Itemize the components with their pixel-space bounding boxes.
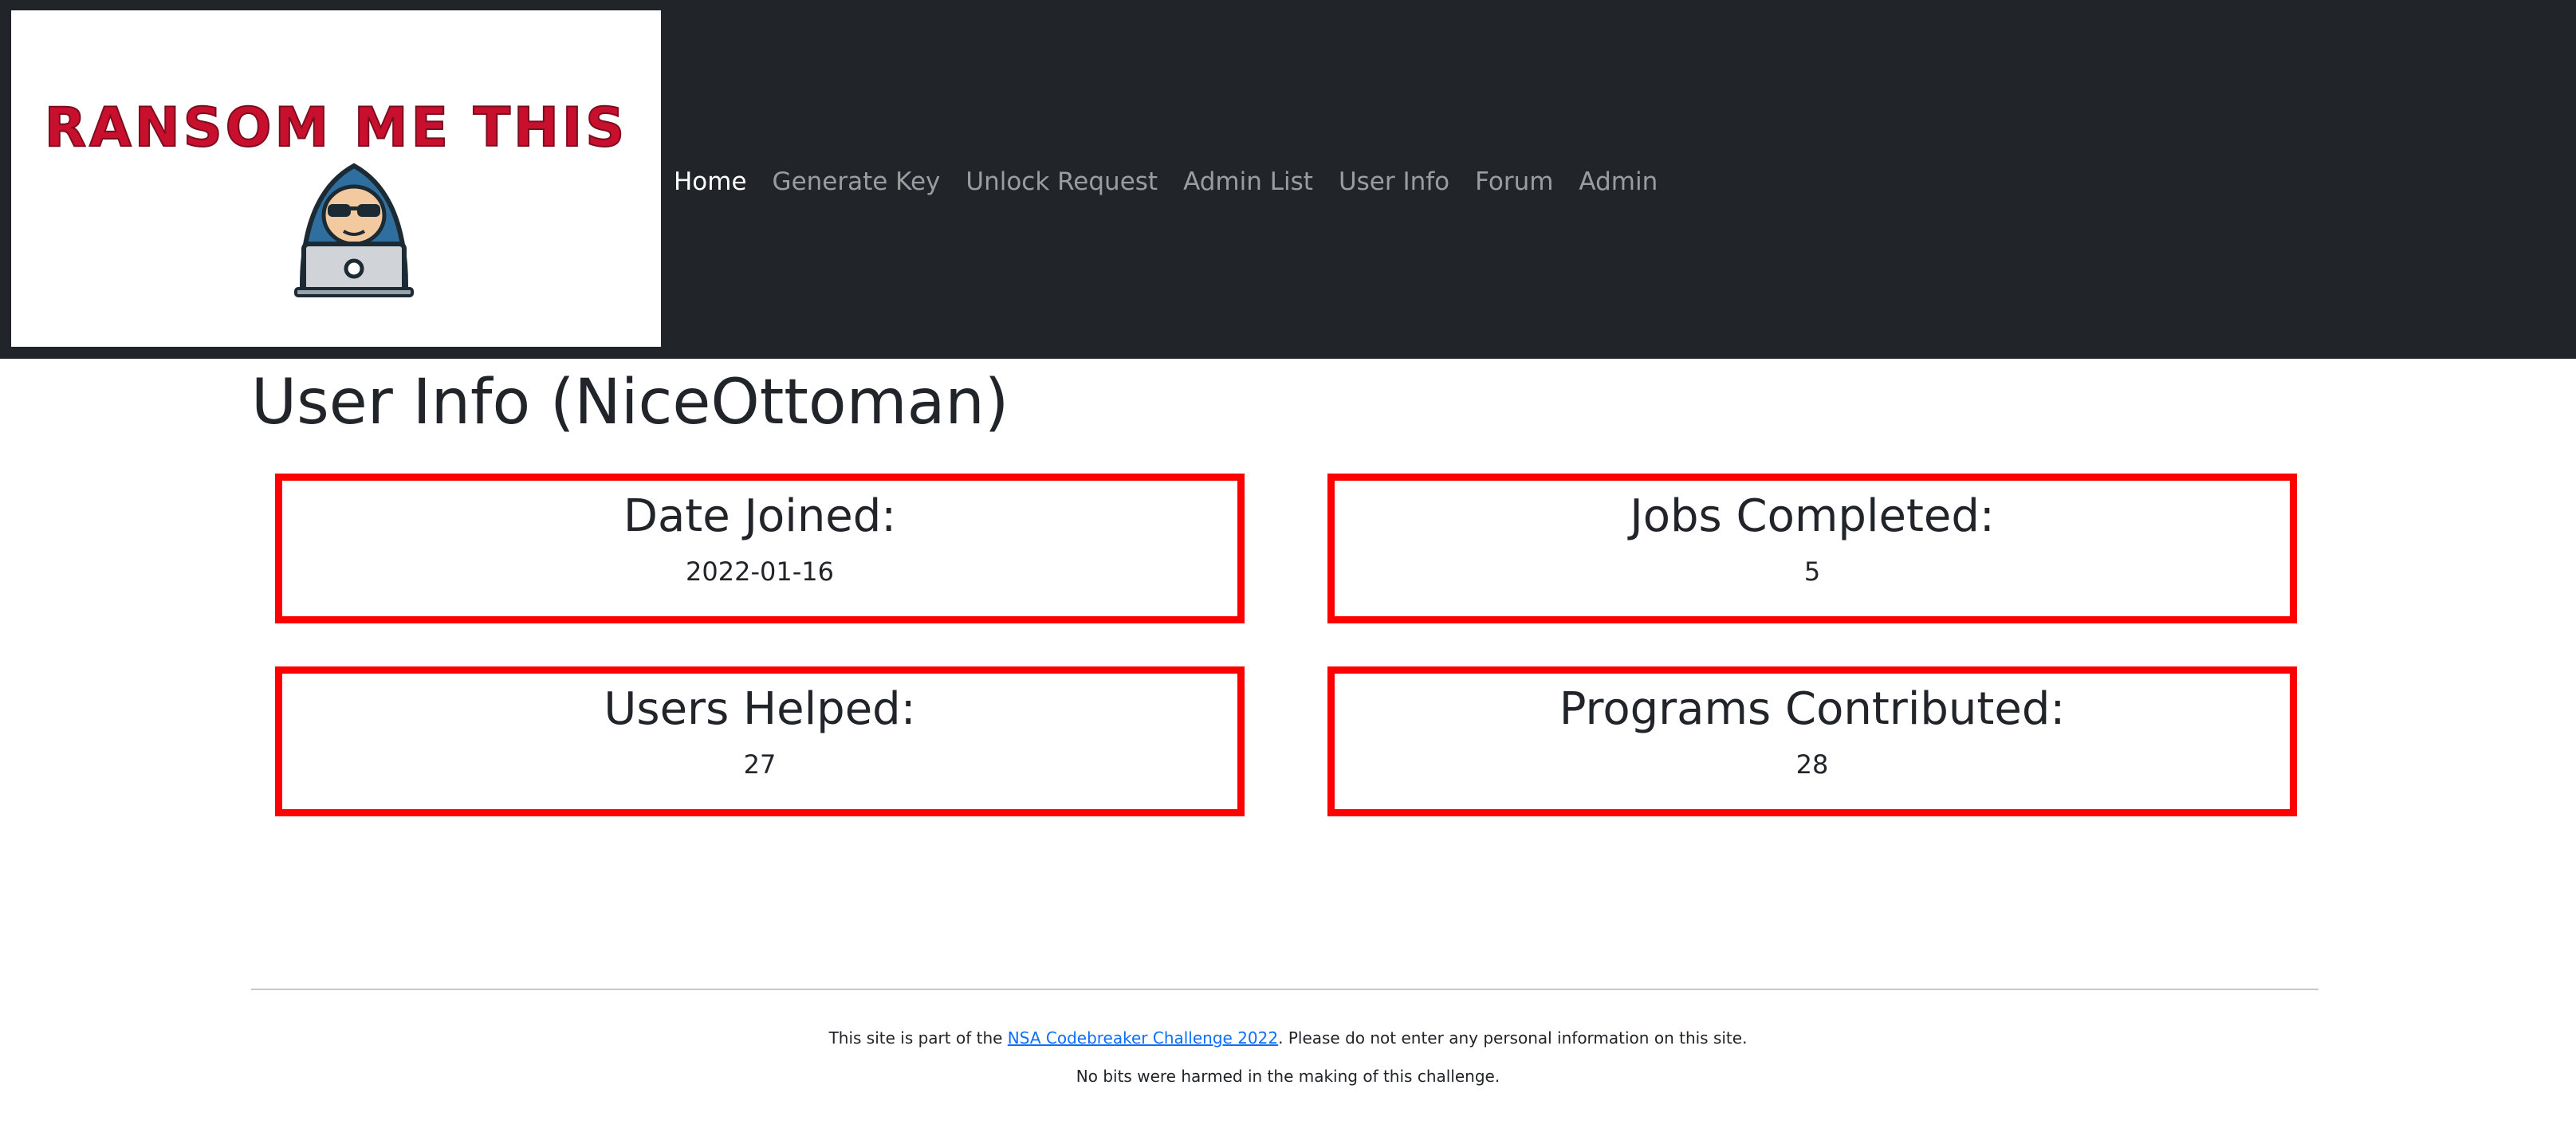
stat-value: 5	[1803, 556, 1821, 587]
stat-label: Users Helped:	[604, 683, 916, 735]
footer-notice-prefix: This site is part of the	[828, 1028, 1008, 1048]
stat-card-jobs-completed: Jobs Completed: 5	[1327, 474, 2297, 623]
stat-value: 28	[1795, 749, 1829, 780]
nav-link-forum[interactable]: Forum	[1475, 167, 1553, 196]
nav-link-home[interactable]: Home	[674, 167, 747, 196]
stat-label: Date Joined:	[623, 490, 897, 542]
nav-link-generate-key[interactable]: Generate Key	[773, 167, 941, 196]
nav-menu: Home Generate Key Unlock Request Admin L…	[674, 158, 1683, 206]
footer-tagline: No bits were harmed in the making of thi…	[1076, 1067, 1500, 1086]
logo-text: RANSOM ME THIS	[44, 96, 628, 160]
stat-label: Programs Contributed:	[1559, 683, 2066, 735]
footer-notice: This site is part of the NSA Codebreaker…	[0, 1028, 2576, 1048]
codebreaker-challenge-link[interactable]: NSA Codebreaker Challenge 2022	[1008, 1028, 1278, 1048]
stat-value: 27	[743, 749, 777, 780]
page-title: User Info (NiceOttoman)	[251, 367, 1009, 438]
nav-link-admin[interactable]: Admin	[1579, 167, 1658, 196]
nav-link-user-info[interactable]: User Info	[1339, 167, 1449, 196]
navbar: RANSOM ME THIS Home Generate Key Unlock …	[0, 0, 2576, 359]
nav-link-unlock-request[interactable]: Unlock Request	[966, 167, 1158, 196]
stat-card-users-helped: Users Helped: 27	[275, 666, 1245, 816]
stat-card-date-joined: Date Joined: 2022-01-16	[275, 474, 1245, 623]
site-logo[interactable]: RANSOM ME THIS	[11, 10, 661, 347]
stat-value: 2022-01-16	[686, 556, 834, 587]
footer-notice-suffix: . Please do not enter any personal infor…	[1278, 1028, 1748, 1048]
stat-card-programs-contributed: Programs Contributed: 28	[1327, 666, 2297, 816]
nav-link-admin-list[interactable]: Admin List	[1183, 167, 1313, 196]
hacker-laptop-icon	[294, 163, 414, 297]
stat-label: Jobs Completed:	[1630, 490, 1995, 542]
footer-divider	[251, 989, 2318, 990]
